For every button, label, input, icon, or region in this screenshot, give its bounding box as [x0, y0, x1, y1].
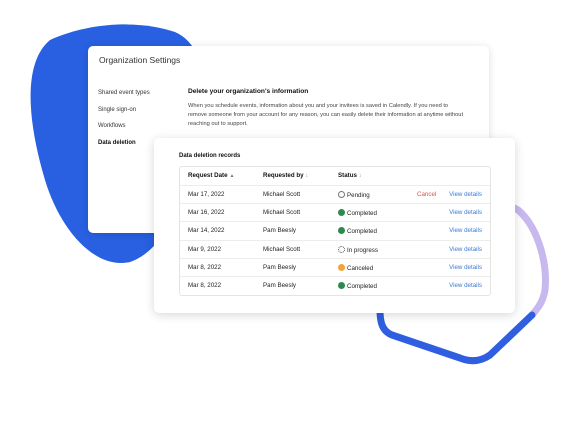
status-cell: Canceled — [338, 263, 374, 272]
status-cell: Completed — [338, 282, 377, 290]
request-date-cell: Mar 8, 2022 — [188, 282, 222, 289]
status-label: Completed — [347, 283, 377, 290]
sort-icon[interactable]: ↕ — [359, 173, 362, 179]
requested-by-cell: Michael Scott — [263, 209, 301, 217]
cancel-link[interactable]: Cancel — [417, 191, 436, 198]
sidebar-item-single-sign-on[interactable]: Single sign-on — [98, 105, 150, 122]
table-row: Mar 8, 2022 Pam Beesly Completed View detai… — [180, 276, 490, 295]
status-cell: Completed — [338, 209, 377, 217]
canceled-icon — [338, 263, 345, 271]
in-progress-icon — [338, 245, 345, 253]
table-row: Mar 14, 2022 Pam Beesly Completed View deta… — [180, 221, 490, 240]
records-title: Data deletion records — [179, 153, 241, 159]
view-details-link[interactable]: View details — [449, 191, 482, 198]
status-label: Completed — [347, 210, 377, 218]
view-details-link[interactable]: View details — [449, 246, 482, 253]
sort-icon[interactable]: ↕ — [306, 173, 309, 179]
section-title: Delete your organization's information — [188, 88, 309, 95]
section-description: When you schedule events, information ab… — [188, 103, 464, 127]
table-row: Mar 16, 2022 Michael Scott Completed View d… — [180, 203, 490, 222]
request-date-cell: Mar 14, 2022 — [188, 227, 225, 235]
table-row: Mar 8, 2022 Pam Beesly Canceled View detail… — [180, 257, 490, 277]
completed-icon — [338, 209, 345, 217]
status-label: Pending — [347, 192, 370, 199]
completed-icon — [338, 282, 345, 289]
requested-by-cell: Pam Beesly — [263, 282, 297, 289]
requested-by-cell: Pam Beesly — [263, 227, 297, 235]
request-date-cell: Mar 9, 2022 — [188, 245, 222, 253]
view-details-link[interactable]: View details — [449, 264, 482, 271]
view-details-link[interactable]: View details — [449, 227, 482, 234]
view-details-link[interactable]: View details — [449, 282, 482, 289]
view-details-link[interactable]: View details — [449, 209, 482, 216]
sidebar-item-shared-event-types[interactable]: Shared event types — [98, 88, 150, 105]
sidebar-item-data-deletion[interactable]: Data deletion — [98, 138, 150, 155]
table-row: Mar 17, 2022 Michael Scott Pending Cancel Vi… — [180, 185, 490, 204]
completed-icon — [338, 227, 345, 235]
blue-ring-shape — [376, 306, 536, 365]
status-cell: Completed — [338, 227, 377, 235]
column-header-requested-by[interactable]: Requested by ↕ — [263, 172, 308, 179]
status-label: In progress — [347, 246, 378, 254]
requested-by-cell: Michael Scott — [263, 245, 301, 253]
table-header: Request Date ▲ Requested by ↕ Status ↕ — [180, 167, 490, 185]
settings-title: Organization Settings — [99, 55, 181, 65]
settings-sidebar: Shared event types Single sign-on Workfl… — [98, 88, 150, 154]
request-date-cell: Mar 17, 2022 — [188, 191, 225, 198]
sidebar-item-workflows[interactable]: Workflows — [98, 121, 150, 138]
column-header-status[interactable]: Status ↕ — [338, 172, 361, 179]
data-deletion-records-panel: Data deletion records Request Date ▲ Requ… — [154, 138, 515, 313]
request-date-cell: Mar 8, 2022 — [188, 263, 222, 271]
requested-by-cell: Michael Scott — [263, 191, 301, 198]
column-header-request-date[interactable]: Request Date ▲ — [188, 172, 235, 179]
sort-asc-icon[interactable]: ▲ — [230, 173, 235, 179]
pending-icon — [338, 191, 345, 198]
table-row: Mar 9, 2022 Michael Scott In progress View … — [180, 239, 490, 259]
status-cell: Pending — [338, 191, 370, 199]
request-date-cell: Mar 16, 2022 — [188, 209, 225, 217]
requested-by-cell: Pam Beesly — [263, 263, 297, 271]
status-cell: In progress — [338, 245, 378, 254]
status-label: Completed — [347, 228, 377, 236]
records-table: Request Date ▲ Requested by ↕ Status ↕ Mar … — [179, 166, 491, 296]
status-label: Canceled — [347, 264, 374, 272]
